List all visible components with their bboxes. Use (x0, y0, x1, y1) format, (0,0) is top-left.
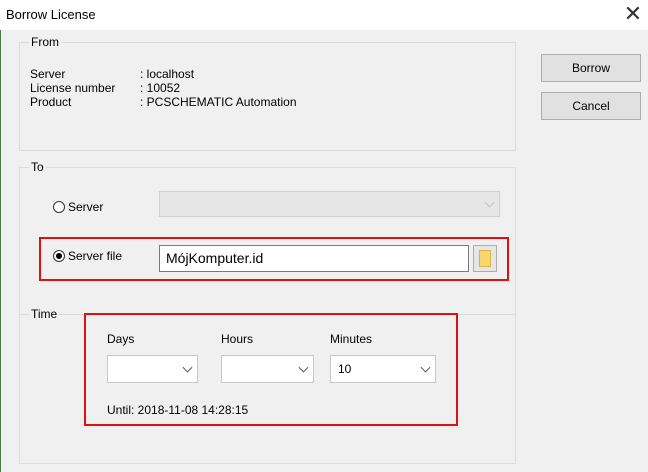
from-server-value: : localhost (140, 67, 195, 81)
time-highlight (84, 313, 458, 426)
title-bar: Borrow License ✕ (0, 0, 648, 30)
from-group-title: From (29, 35, 61, 49)
from-product-label: Product (30, 95, 72, 109)
borrow-button[interactable]: Borrow (541, 54, 641, 82)
server-radio[interactable] (53, 201, 65, 213)
from-product-value: : PCSCHEMATIC Automation (140, 95, 297, 109)
close-icon[interactable]: ✕ (618, 0, 648, 30)
from-license-label: License number (30, 81, 116, 95)
window-title: Borrow License (6, 7, 96, 22)
chevron-down-icon (484, 197, 495, 208)
from-license-value: : 10052 (140, 81, 181, 95)
server-file-highlight (39, 237, 509, 281)
server-radio-option[interactable]: Server (53, 200, 103, 214)
cancel-button[interactable]: Cancel (541, 92, 641, 120)
from-server-label: Server (30, 67, 66, 81)
time-group-title: Time (29, 307, 60, 321)
dialog-body: From Server : localhost License number :… (0, 30, 648, 472)
server-radio-label: Server (68, 200, 104, 214)
server-select[interactable] (159, 191, 500, 217)
to-group-title: To (29, 160, 46, 174)
